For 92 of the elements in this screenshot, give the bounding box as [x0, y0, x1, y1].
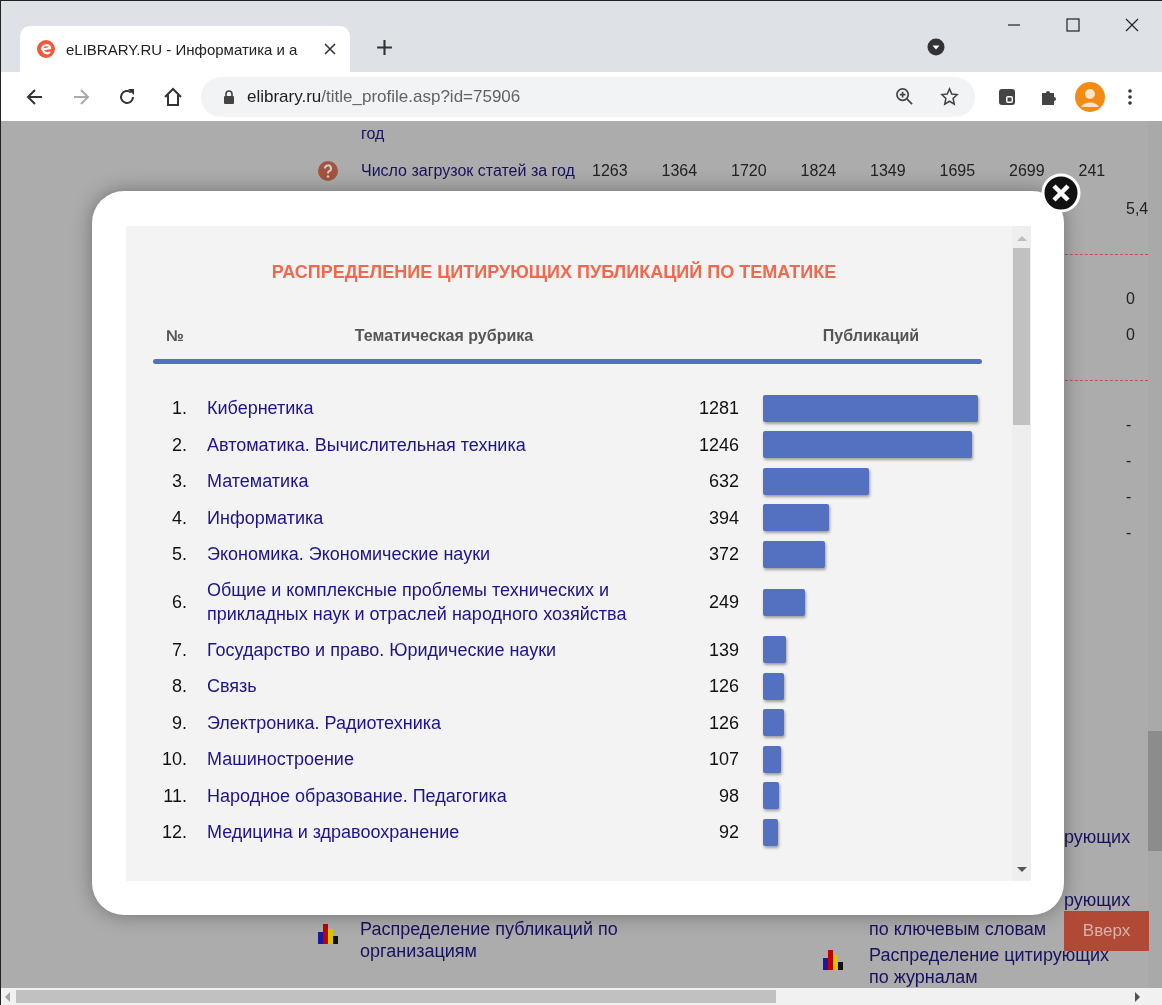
zoom-icon[interactable]	[895, 87, 914, 106]
category-link[interactable]: Математика	[207, 469, 680, 494]
count-text: 139	[707, 638, 739, 662]
bar-chart-icon	[318, 922, 340, 944]
category-link[interactable]: Кибернетика	[207, 396, 680, 421]
table-cell: 2699	[1009, 162, 1045, 179]
category-link[interactable]: Медицина и здравоохранение	[207, 820, 680, 845]
table-cell: 1364	[661, 162, 698, 179]
count-text: 126	[707, 711, 739, 735]
bar	[763, 588, 805, 616]
report-link[interactable]: Распределение публикаций по организациям	[360, 918, 660, 962]
table-cell: -	[1126, 524, 1132, 542]
url-text: elibrary.ru/title_profile.asp?id=75906	[247, 86, 521, 107]
table-cell: 1824	[800, 162, 837, 179]
column-header: Публикаций	[821, 327, 921, 345]
table-cell: 1263	[592, 162, 628, 179]
row-number: 11.	[162, 784, 187, 808]
category-link[interactable]: Связь	[207, 674, 680, 699]
category-link[interactable]: Информатика	[207, 505, 680, 530]
plus-icon[interactable]	[376, 39, 393, 56]
close-icon[interactable]	[1125, 18, 1139, 32]
close-icon[interactable]	[324, 43, 336, 55]
reload-icon[interactable]	[117, 86, 137, 107]
row-number: 1.	[171, 397, 187, 420]
table-cell: -	[1126, 416, 1132, 434]
row-number: 3.	[171, 470, 187, 493]
count-text: 249	[707, 590, 739, 614]
bar-chart-icon	[823, 948, 845, 970]
scrollbar[interactable]	[1, 988, 1162, 1005]
bar	[763, 672, 785, 700]
table-cell: 1695	[939, 162, 976, 179]
row-number: 8.	[171, 675, 187, 698]
extension-icon[interactable]	[997, 86, 1017, 107]
table-cell: 1349	[870, 162, 906, 179]
row-number: 6.	[171, 590, 187, 614]
count-text: 126	[707, 675, 739, 698]
maximize-icon[interactable]	[1066, 18, 1080, 32]
scrollbar[interactable]	[1012, 226, 1031, 881]
column-header: №	[165, 327, 185, 345]
count-text: 1281	[697, 397, 739, 420]
row-number: 12.	[160, 821, 187, 844]
category-link[interactable]: Общие и комплексные проблемы технических и прикладных наук и отраслей народного хозяйства	[207, 577, 680, 627]
lock-icon	[223, 89, 235, 104]
table-cell: 0	[1126, 326, 1135, 344]
category-link[interactable]: Электроника. Радиотехника	[207, 710, 680, 735]
category-link[interactable]: Экономика. Экономические науки	[207, 542, 680, 567]
table-cell: 0	[1126, 290, 1135, 308]
count-text: 98	[717, 784, 739, 808]
column-header: Тематическая рубрика	[353, 327, 535, 345]
bar	[763, 818, 779, 846]
row-number: 4.	[171, 506, 187, 530]
count-text: 372	[707, 543, 739, 566]
category-link[interactable]: Народное образование. Педагогика	[207, 783, 680, 808]
row-number: 9.	[171, 711, 187, 735]
bar	[763, 782, 780, 810]
row-number: 5.	[171, 543, 187, 566]
scrollbar[interactable]	[1148, 121, 1162, 988]
category-link[interactable]: Машиностроение	[207, 747, 680, 772]
bar	[763, 709, 785, 737]
menu-icon[interactable]	[1128, 88, 1132, 105]
category-link[interactable]: Государство и право. Юридические науки	[207, 637, 680, 662]
modal-title: РАСПРЕДЕЛЕНИЕ ЦИТИРУЮЩИХ ПУБЛИКАЦИЙ ПО ТЕМАТИКЕ	[270, 262, 838, 283]
row-number: 10.	[160, 748, 187, 771]
dropdown-icon[interactable]	[927, 38, 945, 56]
table-cell: 1720	[731, 162, 767, 179]
row-label: год	[361, 125, 385, 143]
address-bar[interactable]: elibrary.ru/title_profile.asp?id=75906	[201, 76, 975, 117]
table-cell: -	[1126, 452, 1132, 470]
tab-title: eLIBRARY.RU - Информатика и а	[66, 40, 299, 58]
count-text: 1246	[697, 433, 739, 457]
home-icon[interactable]	[163, 86, 183, 107]
bar	[763, 540, 826, 568]
count-text: 107	[707, 748, 739, 771]
row-number: 7.	[171, 638, 187, 662]
row-label: Число загрузок статей за год	[361, 162, 576, 180]
row-number: 2.	[171, 433, 187, 457]
help-icon[interactable]	[318, 161, 338, 181]
category-link[interactable]: Автоматика. Вычислительная техника	[207, 432, 680, 457]
count-text: 632	[707, 470, 739, 493]
count-text: 394	[707, 506, 739, 530]
star-icon[interactable]	[940, 87, 959, 106]
browser-tab[interactable]: eLIBRARY.RU - Информатика и а	[20, 26, 350, 72]
bar	[763, 636, 787, 664]
bar	[763, 504, 830, 532]
link-text[interactable]: по ключевым словам	[869, 918, 1047, 940]
logo-icon	[36, 39, 56, 59]
table-cell: -	[1126, 488, 1132, 506]
count-text: 92	[717, 821, 739, 844]
table-cell: 241	[1078, 162, 1106, 179]
back-icon[interactable]	[25, 86, 45, 107]
table-cell: 5,4	[1126, 200, 1148, 218]
bar	[763, 745, 781, 773]
